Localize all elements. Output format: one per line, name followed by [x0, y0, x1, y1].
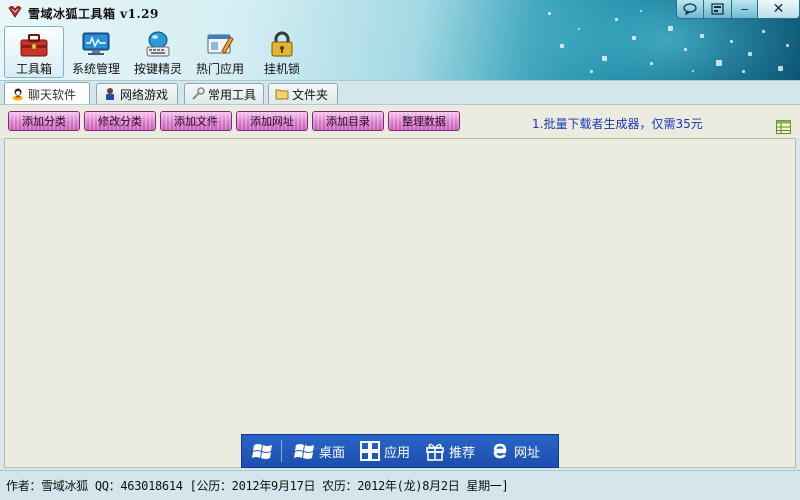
chat-person-icon — [13, 88, 23, 101]
category-tab-bar: 聊天软件 网络游戏 常用工具 文件夹 — [0, 80, 800, 105]
item-list-area[interactable] — [4, 138, 796, 468]
main-toolbar: 工具箱 系统管理 按键精灵 热门应用 挂机锁 — [4, 26, 314, 78]
quick-apps-label: 应用 — [384, 445, 411, 461]
quick-apps-button[interactable]: 应用 — [359, 441, 410, 461]
skin-icon — [711, 3, 724, 15]
quick-recommend-button[interactable]: 推荐 — [424, 441, 475, 461]
toolbar-toolbox[interactable]: 工具箱 — [4, 26, 64, 78]
toolbar-toolbox-label: 工具箱 — [15, 62, 52, 76]
chat-button[interactable] — [676, 0, 704, 19]
minimize-button[interactable]: − — [732, 0, 758, 19]
quick-launch-bar: 桌面 应用 推荐 网址 — [241, 434, 559, 468]
start-button[interactable] — [252, 441, 277, 461]
quick-desktop-label: 桌面 — [319, 445, 346, 461]
close-icon: ✕ — [772, 1, 785, 17]
minimize-icon: − — [739, 2, 750, 16]
tab-folder[interactable]: 文件夹 — [268, 83, 338, 104]
toolbar-key-wizard-label: 按键精灵 — [133, 62, 182, 76]
quickbar-divider — [281, 440, 282, 462]
tab-online-games-label: 网络游戏 — [120, 87, 169, 102]
tab-folder-label: 文件夹 — [292, 87, 329, 102]
toolbar-hot-apps-label: 热门应用 — [195, 62, 244, 76]
quick-url-button[interactable]: 网址 — [489, 441, 540, 461]
add-category-button[interactable]: 添加分类 — [8, 111, 80, 131]
quick-url-label: 网址 — [514, 445, 541, 461]
tab-chat-software[interactable]: 聊天软件 — [4, 82, 90, 105]
status-bar: 作者：雪域冰狐 QQ：463018614 [公历：2012年9月17日 农历：2… — [0, 470, 800, 500]
layout-toggle-icon[interactable] — [776, 120, 791, 134]
windows-icon — [294, 444, 314, 459]
organize-data-button[interactable]: 整理数据 — [388, 111, 460, 131]
toolbar-system-manage-label: 系统管理 — [71, 62, 120, 76]
add-file-button[interactable]: 添加文件 — [160, 111, 232, 131]
status-text: 作者：雪域冰狐 QQ：463018614 [公历：2012年9月17日 农历：2… — [6, 479, 509, 493]
add-directory-button[interactable]: 添加目录 — [312, 111, 384, 131]
quick-recommend-label: 推荐 — [449, 445, 476, 461]
promo-link[interactable]: 1.批量下载者生成器，仅需35元 — [532, 115, 703, 132]
toolbox-icon — [20, 33, 48, 56]
tab-online-games[interactable]: 网络游戏 — [96, 83, 178, 104]
app-logo-icon — [8, 6, 22, 18]
gift-icon — [426, 443, 444, 461]
edit-category-button[interactable]: 修改分类 — [84, 111, 156, 131]
ie-icon — [493, 443, 507, 459]
apps-icon — [207, 34, 234, 54]
window-controls: − ✕ — [676, 0, 800, 19]
tab-common-tools[interactable]: 常用工具 — [184, 83, 264, 104]
lock-icon — [271, 31, 293, 57]
monitor-icon — [82, 32, 110, 55]
windows-icon — [252, 444, 272, 459]
chat-icon — [683, 3, 697, 15]
add-url-button[interactable]: 添加网址 — [236, 111, 308, 131]
close-button[interactable]: ✕ — [758, 0, 800, 19]
grid-icon — [360, 441, 381, 461]
skin-button[interactable] — [704, 0, 732, 19]
folder-icon — [275, 89, 289, 100]
toolbar-system-manage[interactable]: 系统管理 — [66, 26, 126, 78]
quick-desktop-button[interactable]: 桌面 — [294, 441, 345, 461]
toolbar-key-wizard[interactable]: 按键精灵 — [128, 26, 188, 78]
wrench-icon — [192, 87, 205, 100]
toolbar-lock[interactable]: 挂机锁 — [252, 26, 312, 78]
game-person-icon — [106, 88, 114, 100]
window-title: 雪域冰狐工具箱 v1.29 — [28, 7, 159, 21]
toolbar-hot-apps[interactable]: 热门应用 — [190, 26, 250, 78]
tab-common-tools-label: 常用工具 — [208, 87, 257, 102]
toolbar-lock-label: 挂机锁 — [263, 62, 300, 76]
action-bar: 添加分类 修改分类 添加文件 添加网址 添加目录 整理数据 1.批量下载者生成器… — [0, 104, 800, 138]
tab-chat-software-label: 聊天软件 — [28, 87, 77, 102]
keyboard-icon — [146, 31, 170, 57]
title-bar: 雪域冰狐工具箱 v1.29 − ✕ 工具箱 系统管理 按键精灵 热门应用 挂机锁 — [0, 0, 800, 80]
